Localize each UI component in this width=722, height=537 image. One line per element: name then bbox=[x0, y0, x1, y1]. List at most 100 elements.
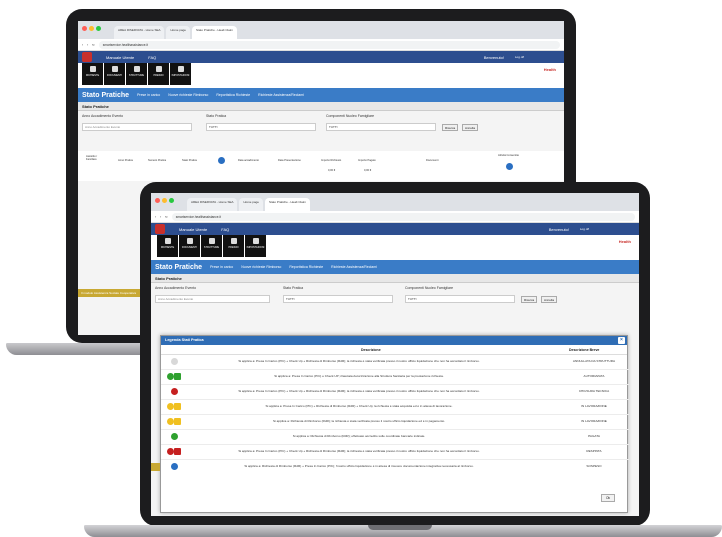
reset-button[interactable]: Annulla bbox=[541, 296, 558, 303]
reload-icon[interactable]: ↻ bbox=[165, 215, 168, 219]
filter-area: Anno Accadimento Evento Anno Accadimento… bbox=[151, 283, 639, 323]
dialog-title: Legenda Stati Pratica bbox=[165, 338, 204, 342]
ok-button[interactable]: Ok bbox=[601, 494, 615, 502]
green-flag-icon bbox=[174, 373, 181, 380]
nav-faq[interactable]: FAQ bbox=[148, 55, 156, 60]
document-icon bbox=[111, 66, 118, 72]
close-window-icon[interactable] bbox=[155, 198, 160, 203]
legend-row: Si applica a: Presa In Carico (PIC) + Ri… bbox=[161, 400, 629, 415]
year-label: Anno Accadimento Evento bbox=[82, 114, 124, 118]
page-titlebar: Stato Pratiche Prese in carico Nuove ric… bbox=[78, 88, 564, 102]
year-label: Anno Accadimento Evento bbox=[155, 286, 197, 290]
minimize-window-icon[interactable] bbox=[162, 198, 167, 203]
forward-icon[interactable]: › bbox=[160, 215, 161, 219]
year-input[interactable]: Anno Accadimento Evento bbox=[155, 295, 270, 303]
menu-documenti[interactable]: DOCUMENTI bbox=[104, 63, 125, 85]
footer-strip-edge bbox=[151, 463, 160, 471]
reset-button[interactable]: Annulla bbox=[462, 124, 479, 131]
browser-tab[interactable]: AREA RISERVATA - Home SEA bbox=[187, 198, 238, 211]
logo-icon bbox=[82, 52, 92, 62]
col-anno: Anno Pratica bbox=[118, 159, 133, 162]
menu-richieste[interactable]: RICHIESTE bbox=[157, 235, 178, 257]
year-input[interactable]: Anno Accadimento Evento bbox=[82, 123, 192, 131]
family-select[interactable]: TUTTI bbox=[405, 295, 515, 303]
gear-icon bbox=[177, 66, 184, 72]
help-icon[interactable] bbox=[218, 157, 225, 164]
medical-icon bbox=[230, 238, 237, 244]
logout-link[interactable]: Log off bbox=[580, 227, 589, 231]
reload-icon[interactable]: ↻ bbox=[92, 43, 95, 47]
family-label: Componenti Nucleo Famigliare bbox=[326, 114, 375, 118]
nav-faq[interactable]: FAQ bbox=[221, 227, 229, 232]
logout-link[interactable]: Log off bbox=[515, 55, 524, 59]
browser-tab[interactable]: AREA RISERVATA - Home SEA bbox=[114, 26, 165, 39]
menu-impostazioni[interactable]: IMPOSTAZIONI bbox=[245, 235, 266, 257]
back-icon[interactable]: ‹ bbox=[82, 43, 83, 47]
menu-impostazioni[interactable]: IMPOSTAZIONI bbox=[170, 63, 191, 85]
red-dot-icon bbox=[171, 388, 178, 395]
browser-tab[interactable]: Home page bbox=[166, 26, 190, 39]
gear-icon bbox=[252, 238, 259, 244]
legend-row: Si applica a: Presa In Carico (PIC) + Ch… bbox=[161, 355, 629, 370]
menu-presidi[interactable]: PRESIDI bbox=[223, 235, 244, 257]
nav-manual[interactable]: Manuale Utente bbox=[179, 227, 207, 232]
family-select[interactable]: TUTTI bbox=[326, 123, 436, 131]
legend-row: Si applica a: Presa In Carico (PIC) + Ch… bbox=[161, 445, 629, 460]
browser-tab[interactable]: Home page bbox=[239, 198, 263, 211]
welcome-text: Benvenuto! bbox=[548, 226, 569, 232]
link-reportistica[interactable]: Reportistica Richieste bbox=[216, 93, 250, 97]
close-window-icon[interactable] bbox=[82, 26, 87, 31]
menu-richieste[interactable]: RICHIESTE bbox=[82, 63, 103, 85]
info-icon[interactable] bbox=[506, 163, 513, 170]
legend-dialog: Legenda Stati Pratica × Descrizione Desc… bbox=[160, 335, 629, 513]
total-richiesto: 0,00 € bbox=[328, 169, 336, 172]
legend-row: Si applica a: Richiesta di Rimborso (RdR… bbox=[161, 415, 629, 430]
menu-strutture[interactable]: STRUTTURE bbox=[201, 235, 222, 257]
grey-dot-icon bbox=[171, 358, 178, 365]
nav-manual[interactable]: Manuale Utente bbox=[106, 55, 134, 60]
filter-area: Anno Accadimento Evento Anno Accadimento… bbox=[78, 111, 564, 151]
url-field[interactable]: smartservice.healthassistance.it bbox=[98, 40, 560, 49]
col-importo-richiesto: Importo Richiesto bbox=[321, 159, 342, 162]
legend-row: Si applica a: Presa In Carico (PIC) e Ch… bbox=[161, 370, 629, 385]
url-field[interactable]: smartservice.healthassistance.it bbox=[171, 212, 635, 221]
building-icon bbox=[208, 238, 215, 244]
main-menu: RICHIESTE DOCUMENTI STRUTTURE PRESIDI IM… bbox=[151, 235, 639, 260]
total-pagato: 0,00 € bbox=[364, 169, 372, 172]
menu-strutture[interactable]: STRUTTURE bbox=[126, 63, 147, 85]
back-icon[interactable]: ‹ bbox=[155, 215, 156, 219]
link-prese-in-carico[interactable]: Prese in carico bbox=[137, 93, 160, 97]
browser-tab-active[interactable]: Stato Pratiche - Healt Claim bbox=[191, 26, 237, 39]
logo-icon bbox=[155, 224, 165, 234]
col-attivita: Attività Consentite bbox=[498, 154, 519, 157]
green-dot-icon bbox=[171, 433, 178, 440]
maximize-window-icon[interactable] bbox=[169, 198, 174, 203]
col-assistito: Assistito / Familiare bbox=[86, 155, 98, 161]
forward-icon[interactable]: › bbox=[87, 43, 88, 47]
state-select[interactable]: TUTTI bbox=[206, 123, 316, 131]
link-nuove-richieste[interactable]: Nuove richieste Rimborso bbox=[241, 265, 281, 269]
close-icon[interactable]: × bbox=[618, 337, 625, 344]
yellow-dot-icon bbox=[167, 418, 174, 425]
link-assistenza[interactable]: Richieste Assistenza/Reclami bbox=[258, 93, 304, 97]
state-select[interactable]: TUTTI bbox=[283, 295, 393, 303]
browser-tabbar: AREA RISERVATA - Home SEA Home page Stat… bbox=[78, 21, 564, 39]
yellow-dot-icon bbox=[167, 403, 174, 410]
main-menu: RICHIESTE DOCUMENTI STRUTTURE PRESIDI IM… bbox=[78, 63, 564, 88]
link-prese-in-carico[interactable]: Prese in carico bbox=[210, 265, 233, 269]
browser-tab-active[interactable]: Stato Pratiche - Healt Claim bbox=[264, 198, 310, 211]
link-nuove-richieste[interactable]: Nuove richieste Rimborso bbox=[168, 93, 208, 97]
minimize-window-icon[interactable] bbox=[89, 26, 94, 31]
link-reportistica[interactable]: Reportistica Richieste bbox=[289, 265, 323, 269]
mockup-stage: AREA RISERVATA - Home SEA Home page Stat… bbox=[0, 0, 722, 537]
green-dot-icon bbox=[167, 373, 174, 380]
link-assistenza[interactable]: Richieste Assistenza/Reclami bbox=[331, 265, 377, 269]
menu-documenti[interactable]: DOCUMENTI bbox=[179, 235, 200, 257]
menu-presidi[interactable]: PRESIDI bbox=[148, 63, 169, 85]
legend-table-header: Descrizione Descrizione Breve bbox=[161, 345, 627, 355]
col-stato: Stato Pratica bbox=[182, 159, 197, 162]
state-label: Stato Pratica bbox=[283, 286, 304, 290]
search-button[interactable]: Ricerca bbox=[521, 296, 538, 303]
maximize-window-icon[interactable] bbox=[96, 26, 101, 31]
search-button[interactable]: Ricerca bbox=[442, 124, 459, 131]
